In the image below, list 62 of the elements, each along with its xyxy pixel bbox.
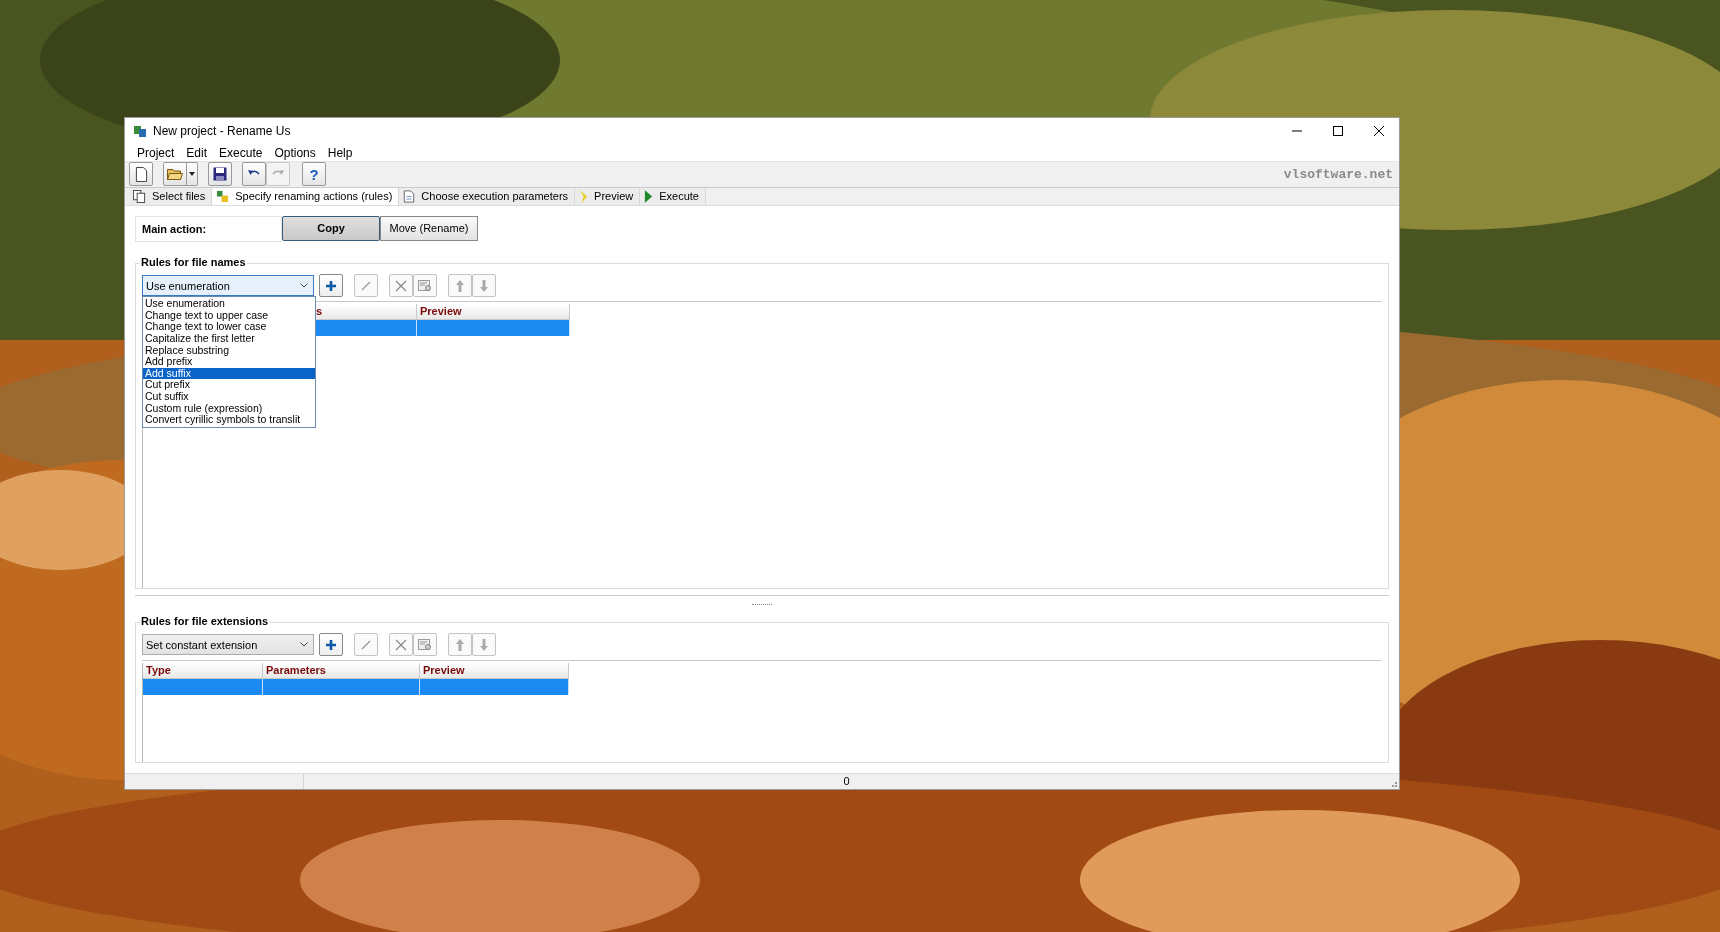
dropdown-option[interactable]: Capitalize the first letter: [143, 333, 315, 345]
menu-item[interactable]: Options: [268, 145, 322, 160]
menu-item[interactable]: Execute: [213, 145, 269, 160]
action-toggle-button[interactable]: Copy: [282, 215, 380, 241]
column-header[interactable]: Parameters: [263, 662, 420, 679]
arrow-up-icon: [456, 279, 464, 292]
splitter-grip[interactable]: [752, 603, 772, 607]
lightning-icon: [579, 189, 589, 203]
form-icon: [418, 279, 432, 292]
dropdown-option[interactable]: Convert cyrillic symbols to translit: [143, 414, 315, 426]
rules-icon: [216, 189, 230, 203]
menu-item[interactable]: Help: [321, 145, 359, 160]
arrow-up-icon: [456, 638, 464, 651]
main-action-label: Main action:: [135, 215, 282, 242]
cross-icon: [395, 638, 407, 651]
plus-icon: [325, 279, 337, 292]
chevron-down-icon: [300, 642, 308, 648]
pencil-icon: [360, 279, 372, 292]
dropdown-option[interactable]: Cut prefix: [143, 379, 315, 391]
dropdown-option[interactable]: Add prefix: [143, 356, 315, 368]
add-rule-button[interactable]: [319, 274, 343, 298]
add-rule-button[interactable]: [319, 633, 343, 657]
save-button[interactable]: [208, 162, 232, 187]
dropdown-option[interactable]: Cut suffix: [143, 390, 315, 403]
website-label: vlsoftware.net: [1283, 166, 1393, 182]
menu-item[interactable]: Edit: [180, 145, 214, 160]
app-icon: [133, 124, 147, 138]
column-header[interactable]: Preview: [417, 303, 570, 320]
plus-icon: [325, 638, 337, 651]
resize-grip-icon: [1389, 779, 1397, 787]
dropdown-arrow-button[interactable]: [187, 162, 198, 187]
maximize-icon: [1332, 126, 1343, 136]
column-header[interactable]: Preview: [420, 662, 569, 679]
pencil-icon: [360, 638, 372, 651]
folder-icon: [167, 167, 183, 182]
section-title: Rules for file extensions: [140, 614, 270, 628]
dropdown-option[interactable]: Replace substring: [143, 344, 315, 357]
form-icon: [418, 638, 432, 651]
undo-button[interactable]: [242, 162, 266, 187]
pages-icon: [133, 189, 146, 203]
cross-icon: [395, 279, 407, 292]
column-header[interactable]: Type: [143, 662, 263, 679]
help-button[interactable]: ?: [302, 162, 326, 187]
close-icon: [1373, 126, 1384, 136]
action-toggle-button[interactable]: Move (Rename): [380, 215, 478, 241]
dropdown-option[interactable]: Change text to lower case: [143, 321, 315, 333]
open-button[interactable]: [163, 162, 187, 187]
rule-type-dropdown[interactable]: Set constant extension: [142, 634, 314, 656]
section-title: Rules for file names: [140, 255, 247, 269]
document-icon: [134, 166, 148, 182]
status-count: 0: [843, 775, 850, 788]
caret-icon: [189, 172, 195, 177]
chevron-down-icon: [300, 283, 308, 289]
dropdown-option[interactable]: Custom rule (expression): [143, 402, 315, 415]
arrow-down-icon: [480, 279, 488, 292]
play-icon: [644, 189, 654, 203]
window-title: New project - Rename Us: [153, 124, 291, 138]
new-file-button[interactable]: [129, 162, 153, 187]
document-icon: [403, 189, 416, 203]
dropdown-option[interactable]: Add suffix: [143, 367, 315, 380]
menu-item[interactable]: Project: [131, 145, 181, 160]
arrow-down-icon: [480, 638, 488, 651]
